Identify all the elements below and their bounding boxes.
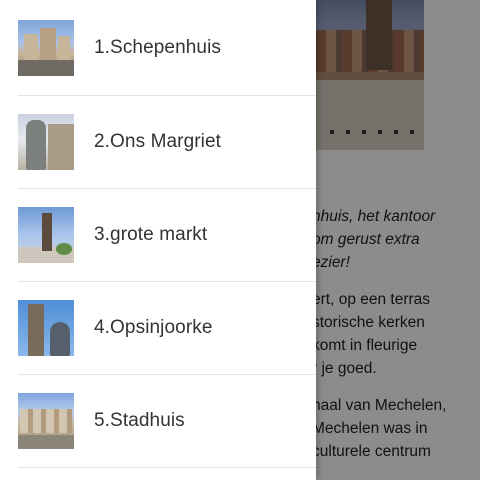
stadhuis-thumbnail xyxy=(18,393,74,449)
drawer-item-grote-markt[interactable]: 3.grote markt xyxy=(0,189,316,281)
drawer-item-stadhuis[interactable]: 5.Stadhuis xyxy=(0,375,316,467)
drawer-item-label: 4.Opsinjoorke xyxy=(94,317,213,338)
ons-margriet-thumbnail xyxy=(18,114,74,170)
grote-markt-thumbnail xyxy=(18,207,74,263)
drawer-item-label: 3.grote markt xyxy=(94,224,208,245)
drawer-divider xyxy=(18,467,316,468)
drawer-item-opsinjoorke[interactable]: 4.Opsinjoorke xyxy=(0,282,316,374)
drawer-item-schepenhuis[interactable]: 1.Schepenhuis xyxy=(0,2,316,94)
drawer-item-label: 1.Schepenhuis xyxy=(94,37,222,58)
drawer-item-ons-margriet[interactable]: 2.Ons Margriet xyxy=(0,96,316,188)
schepenhuis-thumbnail xyxy=(18,20,74,76)
navigation-drawer: 1.Schepenhuis 2.Ons Margriet 3.grote mar… xyxy=(0,0,316,480)
drawer-item-label: 2.Ons Margriet xyxy=(94,131,222,152)
drawer-item-label: 5.Stadhuis xyxy=(94,410,185,431)
opsinjoorke-thumbnail xyxy=(18,300,74,356)
